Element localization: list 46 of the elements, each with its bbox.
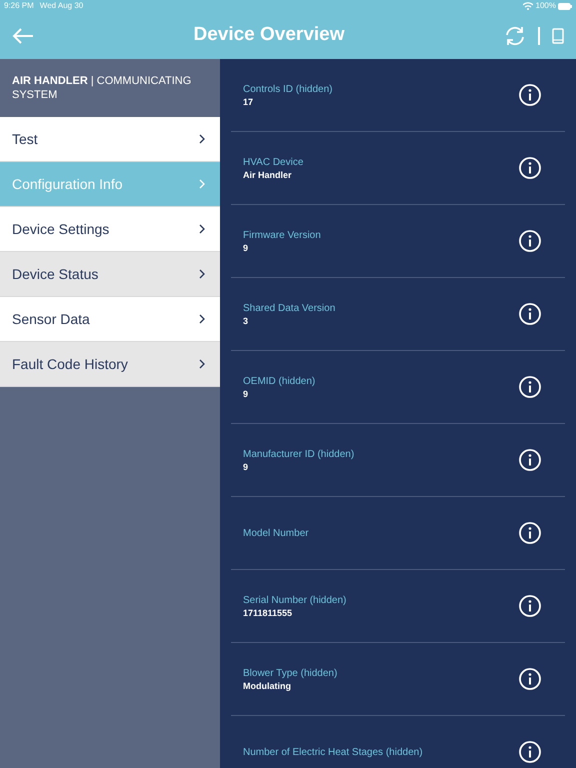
field-value: 1711811555: [243, 606, 294, 618]
status-time: 9:26 PM: [4, 0, 34, 12]
menu-item[interactable]: Sensor Data: [0, 297, 220, 342]
field-value: 9: [243, 388, 250, 400]
field-label: Model Number: [243, 526, 309, 540]
wifi-icon: [522, 2, 533, 10]
chevron-icon: [199, 134, 205, 144]
field-value: Air Handler: [243, 168, 293, 180]
info-icon[interactable]: [519, 522, 541, 544]
field-value: 9: [243, 242, 250, 254]
menu-item[interactable]: Device Status: [0, 252, 220, 297]
field-label: Number of Electric Heat Stages (hidden): [243, 746, 423, 758]
field-label: OEMID (hidden): [243, 374, 316, 388]
field-value: 3: [243, 314, 250, 326]
battery-level: 100%: [536, 0, 556, 12]
chevron-icon: [199, 179, 205, 189]
info-icon[interactable]: [519, 230, 541, 252]
chevron-icon: [199, 269, 205, 279]
info-icon[interactable]: [519, 595, 541, 617]
field-value: Modulating: [243, 680, 292, 692]
info-icon[interactable]: [519, 157, 541, 179]
field-value: 9: [243, 460, 250, 472]
menu-item[interactable]: Fault Code History: [0, 342, 220, 387]
field-label: Firmware Version: [243, 228, 321, 242]
info-icon[interactable]: [519, 449, 541, 471]
status-date: Wed Aug 30: [40, 0, 84, 12]
field-label: Shared Data Version: [243, 302, 336, 314]
field-label: Serial Number (hidden): [243, 594, 346, 606]
field-label: Blower Type (hidden): [243, 666, 338, 680]
field-value: 17: [243, 96, 254, 108]
info-icon[interactable]: [519, 303, 541, 325]
page-title: Device Overview: [193, 24, 345, 46]
info-icon[interactable]: [519, 741, 541, 763]
field-label: Controls ID (hidden): [243, 82, 332, 96]
menu-item[interactable]: Test: [0, 117, 220, 162]
chevron-icon: [199, 359, 205, 369]
info-icon[interactable]: [519, 376, 541, 398]
chevron-icon: [199, 314, 205, 324]
field-label: HVAC Device: [243, 156, 304, 168]
info-icon[interactable]: [519, 668, 541, 690]
chevron-icon: [199, 224, 205, 234]
battery-icon: [558, 2, 572, 10]
device-heading: AIR HANDLER | COMMUNICATING SYSTEM: [12, 74, 192, 102]
field-label: Manufacturer ID (hidden): [243, 448, 354, 460]
menu-item[interactable]: Device Settings: [0, 207, 220, 252]
info-icon[interactable]: [519, 84, 541, 106]
